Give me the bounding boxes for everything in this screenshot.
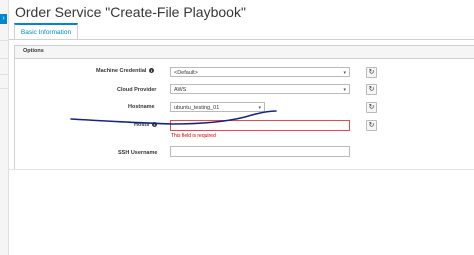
ssh-username-label: SSH Username bbox=[118, 150, 158, 156]
hostname-value: ubuntu_testing_01 bbox=[174, 105, 220, 111]
left-divider bbox=[0, 40, 8, 41]
info-icon[interactable]: i bbox=[148, 68, 154, 74]
left-divider bbox=[0, 88, 8, 89]
hostname-select[interactable]: ubuntu_testing_01 ▾ bbox=[170, 102, 265, 112]
cloud-provider-select[interactable]: AWS ▾ bbox=[170, 84, 350, 94]
machine-credential-value: <Default> bbox=[174, 70, 198, 76]
refresh-icon[interactable]: ↻ bbox=[366, 67, 377, 78]
cloud-provider-label: Cloud Provider bbox=[117, 87, 157, 93]
hosts-error-message: This field is required bbox=[171, 133, 216, 139]
left-strip bbox=[0, 0, 9, 255]
cloud-provider-value: AWS bbox=[174, 87, 187, 93]
ssh-username-input[interactable] bbox=[170, 146, 350, 157]
hosts-label-text: Hosts bbox=[134, 122, 150, 128]
info-icon[interactable]: i bbox=[151, 122, 157, 128]
page-title: Order Service "Create-File Playbook" bbox=[15, 4, 246, 20]
refresh-icon[interactable]: ↻ bbox=[366, 84, 377, 95]
footer-divider bbox=[9, 169, 474, 170]
machine-credential-label-text: Machine Credential bbox=[96, 68, 147, 74]
left-collapse-tab[interactable]: › bbox=[0, 14, 7, 24]
caret-down-icon: ▾ bbox=[343, 70, 346, 76]
machine-credential-select[interactable]: <Default> ▾ bbox=[170, 67, 350, 77]
caret-down-icon: ▾ bbox=[258, 105, 261, 111]
tab-bar-divider bbox=[9, 39, 474, 40]
hosts-label: Hosts i bbox=[134, 122, 157, 128]
hosts-input[interactable] bbox=[170, 120, 350, 131]
panel-title: Options bbox=[23, 48, 44, 54]
hostname-label: Hostname bbox=[128, 104, 155, 110]
refresh-icon[interactable]: ↻ bbox=[366, 102, 377, 113]
refresh-icon[interactable]: ↻ bbox=[366, 120, 377, 131]
panel-header: Options bbox=[15, 46, 474, 59]
tab-basic-information[interactable]: Basic Information bbox=[14, 23, 78, 40]
caret-down-icon: ▾ bbox=[343, 87, 346, 93]
machine-credential-label: Machine Credential i bbox=[96, 68, 154, 74]
left-divider bbox=[0, 58, 8, 59]
left-divider bbox=[0, 74, 8, 75]
